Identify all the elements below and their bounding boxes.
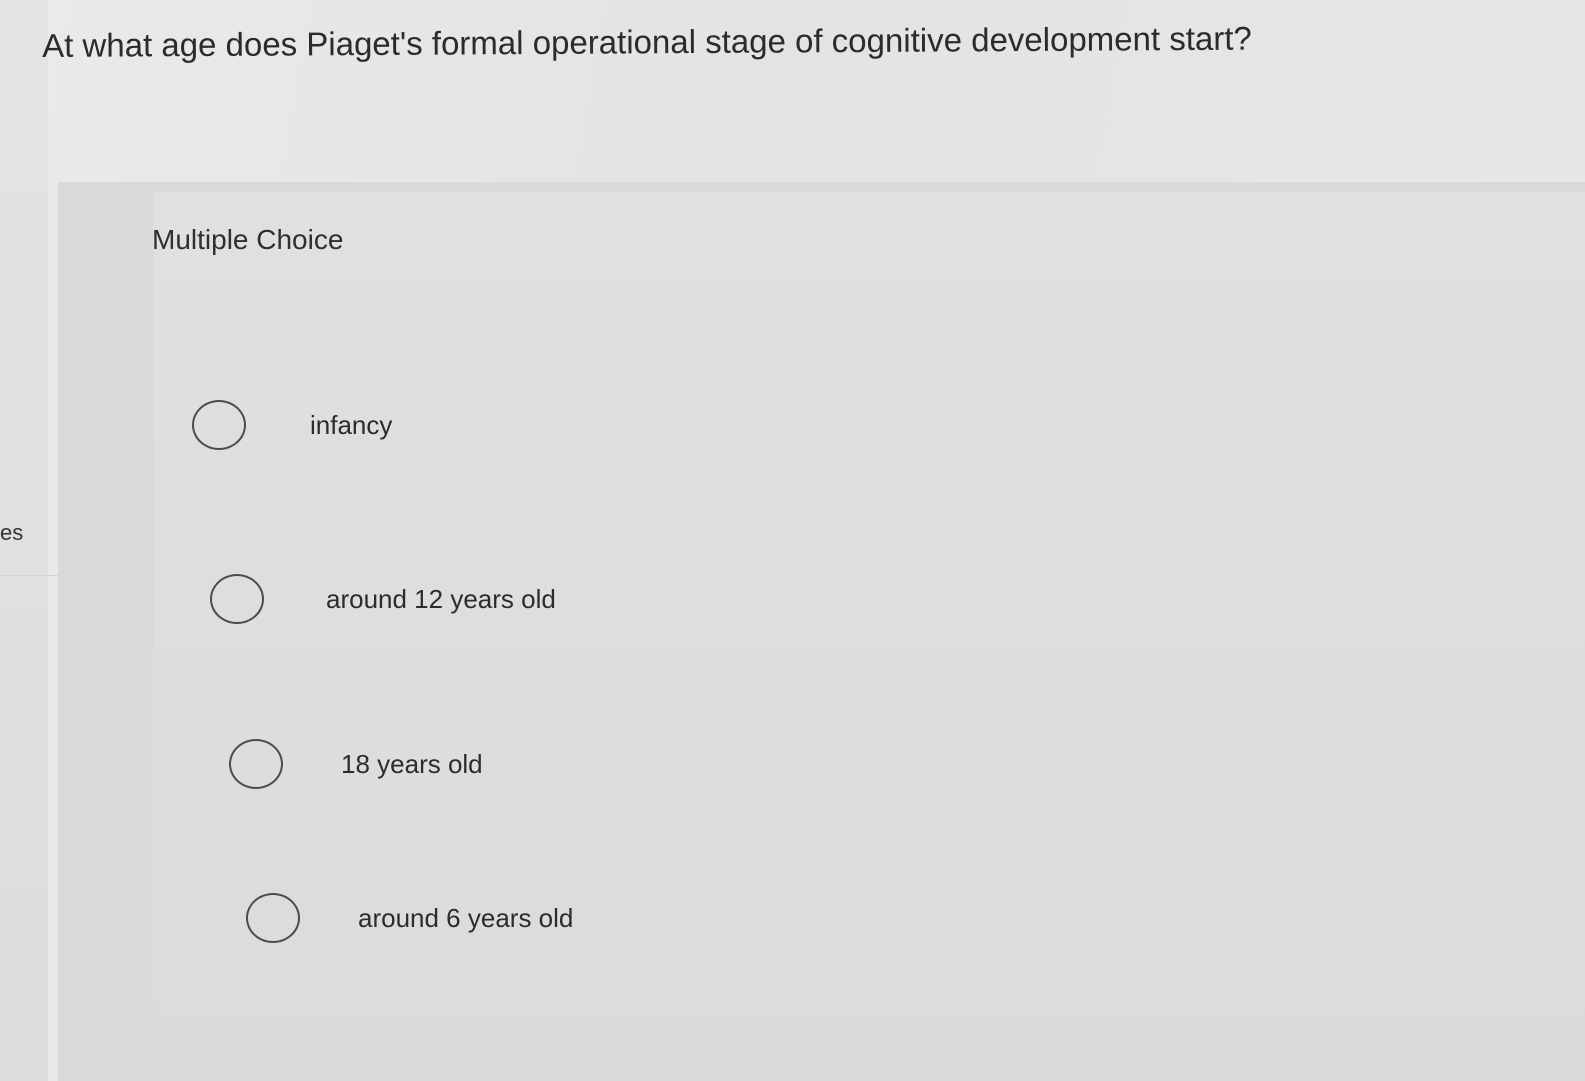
answer-option-label[interactable]: around 12 years old (326, 584, 556, 615)
question-type-label: Multiple Choice (152, 224, 344, 255)
answer-option[interactable]: around 6 years old (246, 893, 573, 943)
question-text: At what age does Piaget's formal operati… (42, 19, 1252, 64)
answer-option[interactable]: 18 years old (229, 739, 483, 789)
radio-button[interactable] (229, 739, 283, 789)
answer-option[interactable]: infancy (192, 400, 392, 450)
answer-option-label[interactable]: infancy (310, 410, 392, 441)
answer-option-label[interactable]: 18 years old (341, 749, 483, 780)
answer-card (58, 182, 1585, 1081)
radio-button[interactable] (192, 400, 246, 450)
answer-option-label[interactable]: around 6 years old (358, 903, 573, 934)
answer-option[interactable]: around 12 years old (210, 574, 556, 624)
sidebar-text-fragment: es (0, 520, 24, 545)
radio-button[interactable] (246, 893, 300, 943)
radio-button[interactable] (210, 574, 264, 624)
